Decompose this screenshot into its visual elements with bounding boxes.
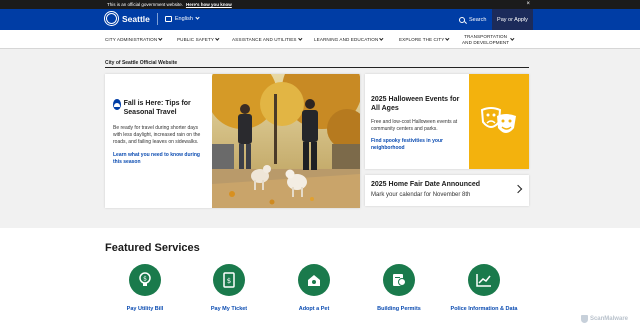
home-fair-body: Mark your calendar for November 8th — [371, 192, 471, 198]
permit-icon — [383, 264, 415, 296]
chevron-down-icon — [195, 15, 200, 20]
chart-icon — [468, 264, 500, 296]
halloween-title: 2025 Halloween Events for All Ages — [371, 96, 460, 112]
halloween-body: Free and low-cost Halloween events at co… — [371, 119, 458, 132]
gov-banner: This is an official government website. … — [0, 0, 640, 9]
service-label: Police Information & Data — [450, 306, 518, 312]
halloween-card[interactable]: 2025 Halloween Events for All Ages Free … — [365, 74, 529, 169]
nav-item-label: LEARNING AND EDUCATION — [314, 37, 379, 42]
watermark: ScanMalware — [580, 315, 628, 323]
shield-icon — [580, 315, 588, 323]
search-icon — [459, 16, 465, 23]
language-label: English — [174, 15, 193, 22]
chevron-down-icon — [298, 36, 302, 41]
nav-item-label: TRANSPORTATION AND DEVELOPMENT — [462, 34, 509, 45]
feature-title: Fall is Here: Tips for Seasonal Travel — [123, 100, 191, 116]
watermark-text: ScanMalware — [589, 316, 628, 322]
nav-item-city-administration[interactable]: CITY ADMINISTRATION — [105, 30, 163, 49]
site-name: Seattle — [122, 13, 150, 24]
nav-item-assistance-utilities[interactable]: ASSISTANCE AND UTILITIES — [232, 30, 302, 49]
home-fair-title: 2025 Home Fair Date Announced — [371, 181, 481, 188]
svg-text:$: $ — [143, 276, 147, 283]
chevron-down-icon — [510, 36, 515, 41]
nav-item-label: ASSISTANCE AND UTILITIES — [232, 37, 297, 42]
service-label: Adopt a Pet — [298, 306, 330, 312]
lightbulb-dollar-icon: $ — [129, 264, 161, 296]
search-label: Search — [469, 16, 487, 23]
nav-item-transportation-development[interactable]: TRANSPORTATION AND DEVELOPMENT — [462, 30, 515, 49]
nav-item-label: PUBLIC SAFETY — [177, 37, 215, 42]
pet-house-icon — [298, 264, 330, 296]
service-label: Pay My Ticket — [210, 306, 248, 312]
nav-item-explore-city[interactable]: EXPLORE THE CITY — [399, 30, 450, 49]
halloween-text: 2025 Halloween Events for All Ages Free … — [371, 95, 461, 152]
feature-link[interactable]: Learn what you need to know during this … — [113, 152, 208, 166]
service-pay-my-ticket[interactable]: $ Pay My Ticket — [194, 264, 264, 312]
nav-item-label: CITY ADMINISTRATION — [105, 37, 158, 42]
site-header: Seattle English Search Pay or Apply — [0, 9, 640, 30]
service-label: Pay Utility Bill — [126, 306, 164, 312]
ticket-dollar-icon: $ — [213, 264, 245, 296]
chevron-down-icon — [158, 36, 163, 41]
search-button[interactable]: Search — [459, 9, 486, 30]
home-fair-card[interactable]: 2025 Home Fair Date Announced Mark your … — [365, 175, 529, 206]
featured-services-title: Featured Services — [105, 242, 200, 254]
feature-heading: Fall is Here: Tips for Seasonal Travel — [113, 99, 208, 117]
featured-services: Featured Services $ Pay Utility Bill $ P… — [0, 228, 640, 331]
city-seal-icon — [105, 12, 118, 25]
site-logo[interactable]: Seattle English — [105, 12, 200, 25]
main-nav: CITY ADMINISTRATION PUBLIC SAFETY ASSIST… — [0, 30, 640, 49]
nav-item-learning-education[interactable]: LEARNING AND EDUCATION — [314, 30, 384, 49]
chevron-down-icon — [379, 36, 384, 41]
nav-item-public-safety[interactable]: PUBLIC SAFETY — [177, 30, 220, 49]
gov-banner-text: This is an official government website. — [107, 2, 183, 7]
service-label: Building Permits — [377, 306, 421, 312]
nav-item-label: EXPLORE THE CITY — [399, 37, 445, 42]
chevron-right-icon — [513, 184, 523, 194]
header-divider — [156, 12, 158, 25]
page-title: City of Seattle Official Website — [105, 60, 178, 66]
weather-icon — [113, 99, 121, 110]
chevron-down-icon — [445, 36, 450, 41]
service-building-permits[interactable]: Building Permits — [364, 264, 434, 312]
feature-photo — [212, 74, 360, 208]
language-selector[interactable]: English — [164, 15, 200, 22]
title-divider — [105, 67, 529, 68]
service-pay-utility-bill[interactable]: $ Pay Utility Bill — [110, 264, 180, 312]
svg-text:$: $ — [227, 277, 231, 285]
theater-masks-icon — [480, 106, 516, 133]
feature-text: Fall is Here: Tips for Seasonal Travel B… — [113, 99, 208, 166]
translate-icon — [164, 15, 172, 22]
pay-or-apply-button[interactable]: Pay or Apply — [492, 9, 533, 30]
halloween-link[interactable]: Find spooky festivities in your neighbor… — [371, 138, 461, 152]
feature-body: Be ready for travel during shorter days … — [113, 125, 201, 145]
service-police-information[interactable]: Police Information & Data — [449, 264, 519, 312]
gov-banner-link[interactable]: Here's how you know — [186, 2, 232, 7]
chevron-down-icon — [215, 36, 220, 41]
service-adopt-a-pet[interactable]: Adopt a Pet — [279, 264, 349, 312]
nav-item-label-line2: AND DEVELOPMENT — [462, 39, 510, 45]
autumn-street-photo — [212, 74, 360, 208]
halloween-graphic — [469, 74, 529, 169]
feature-card[interactable]: Fall is Here: Tips for Seasonal Travel B… — [105, 74, 360, 208]
close-icon[interactable]: × — [526, 0, 530, 9]
